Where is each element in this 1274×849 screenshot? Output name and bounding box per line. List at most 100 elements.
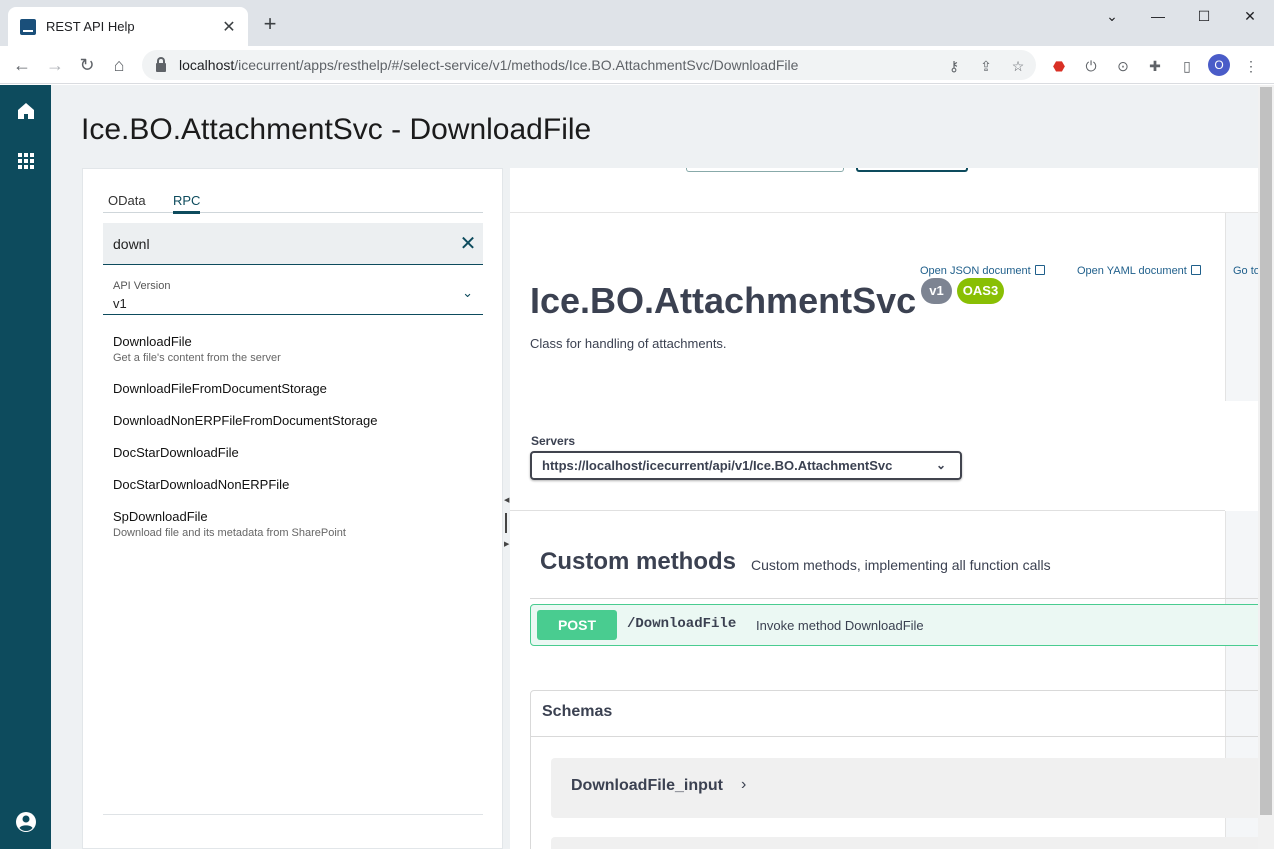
close-window-button[interactable]: ✕ <box>1227 0 1273 32</box>
method-description: Download file and its metadata from Shar… <box>113 527 346 539</box>
operation-summary: Invoke method DownloadFile <box>756 618 924 633</box>
method-name: DownloadFile <box>113 334 192 349</box>
forward-arrow-icon[interactable]: → <box>43 53 67 77</box>
swagger-top-bar <box>510 168 1258 213</box>
url-text[interactable]: localhost/icecurrent/apps/resthelp/#/sel… <box>179 57 798 73</box>
version-badge: v1 <box>921 278 952 304</box>
key-icon[interactable]: ⚷ <box>945 57 963 75</box>
chevron-down-icon: ⌄ <box>935 458 946 472</box>
page-scrollbar[interactable] <box>1258 85 1274 849</box>
browser-tab[interactable]: REST API Help ✕ <box>8 7 248 46</box>
tab-search-chevron-icon[interactable]: ⌄ <box>1089 0 1135 32</box>
schema-item[interactable] <box>551 837 1258 849</box>
method-item[interactable]: DocStarDownloadFile <box>113 445 239 460</box>
goto-link[interactable]: Go to <box>1233 265 1258 277</box>
method-item[interactable]: DownloadFile Get a file's content from t… <box>113 334 281 364</box>
browser-toolbar: ← → ↻ ⌂ localhost/icecurrent/apps/resthe… <box>0 46 1274 84</box>
browser-menu-icon[interactable]: ⋮ <box>1242 57 1260 75</box>
service-description: Class for handling of attachments. <box>530 336 727 351</box>
share-icon[interactable]: ⇪ <box>977 57 995 75</box>
profile-avatar[interactable]: O <box>1208 54 1230 76</box>
filter-input-edge[interactable] <box>686 168 844 172</box>
service-title: Ice.BO.AttachmentSvc <box>530 280 917 321</box>
method-item[interactable]: SpDownloadFile Download file and its met… <box>113 509 346 539</box>
section-description: Custom methods, implementing all functio… <box>751 557 1051 573</box>
open-json-link[interactable]: Open JSON document <box>920 265 1045 277</box>
maximize-button[interactable]: ☐ <box>1181 0 1227 32</box>
lock-icon <box>156 56 166 72</box>
url-host: localhost <box>179 57 235 73</box>
method-name: DocStarDownloadNonERPFile <box>113 477 290 492</box>
clear-search-icon[interactable]: ✕ <box>453 231 483 256</box>
site-favicon-icon <box>20 18 36 35</box>
tab-title: REST API Help <box>46 19 135 34</box>
method-name: DownloadFileFromDocumentStorage <box>113 381 327 396</box>
servers-label: Servers <box>531 434 576 448</box>
operation-path: /DownloadFile <box>627 616 737 632</box>
divider <box>510 510 1225 511</box>
method-name: DocStarDownloadFile <box>113 445 239 460</box>
collapse-left-arrow-icon[interactable]: ◀ <box>504 496 509 504</box>
method-search-input[interactable]: downl ✕ <box>103 223 483 265</box>
expand-right-arrow-icon[interactable]: ▶ <box>504 540 509 548</box>
http-method-badge: POST <box>537 610 617 640</box>
divider <box>103 814 483 815</box>
schema-name: DownloadFile_input <box>571 777 723 794</box>
extensions-puzzle-icon[interactable]: ✚ <box>1146 57 1164 75</box>
power-extension-icon[interactable]: ⏻ <box>1082 57 1100 75</box>
tab-rpc[interactable]: RPC <box>173 193 201 214</box>
bookmark-star-icon[interactable]: ☆ <box>1009 57 1027 75</box>
method-name: SpDownloadFile <box>113 509 208 524</box>
reload-icon[interactable]: ↻ <box>75 53 99 77</box>
address-bar[interactable]: localhost/icecurrent/apps/resthelp/#/sel… <box>142 50 1036 80</box>
operation-row[interactable]: POST /DownloadFile Invoke method Downloa… <box>530 604 1258 646</box>
schemas-header[interactable]: Schemas <box>542 703 612 721</box>
method-item[interactable]: DocStarDownloadNonERPFile <box>113 477 289 492</box>
chevron-down-icon[interactable]: ⌄ <box>462 285 473 301</box>
scrollbar-thumb[interactable] <box>1260 87 1272 815</box>
devtools-extension-icon[interactable]: ⊙ <box>1114 57 1132 75</box>
url-path: /icecurrent/apps/resthelp/#/select-servi… <box>234 57 799 73</box>
search-value[interactable]: downl <box>113 236 453 252</box>
side-panel-icon[interactable]: ▯ <box>1178 57 1196 75</box>
schemas-section: Schemas DownloadFile_input › <box>530 690 1258 849</box>
side-column <box>1225 213 1258 401</box>
page-title: Ice.BO.AttachmentSvc - DownloadFile <box>81 113 592 146</box>
tab-odata[interactable]: OData <box>108 193 146 208</box>
panel-resize-handle[interactable]: ◀ ▶ <box>503 168 510 849</box>
home-icon[interactable] <box>14 99 38 123</box>
apps-grid-icon[interactable] <box>14 149 38 173</box>
adblock-extension-icon[interactable]: ⬣ <box>1050 57 1068 75</box>
browser-tab-strip: REST API Help ✕ + ⌄ — ☐ ✕ <box>0 0 1274 46</box>
api-version-select[interactable]: API Version v1 ⌄ <box>103 277 483 315</box>
divider <box>530 598 1258 599</box>
method-description: Get a file's content from the server <box>113 352 281 364</box>
minimize-button[interactable]: — <box>1135 0 1181 32</box>
service-browser-panel: OData RPC downl ✕ API Version v1 ⌄ Downl… <box>82 168 503 849</box>
open-yaml-label: Open YAML document <box>1077 265 1187 277</box>
method-item[interactable]: DownloadNonERPFileFromDocumentStorage <box>113 413 377 428</box>
api-version-label: API Version <box>113 280 171 292</box>
explore-button-edge[interactable] <box>856 168 968 172</box>
external-link-icon <box>1190 265 1201 275</box>
chevron-right-icon: › <box>741 776 747 793</box>
close-tab-icon[interactable]: ✕ <box>220 17 238 37</box>
new-tab-button[interactable]: + <box>258 12 282 36</box>
user-account-icon[interactable] <box>14 810 38 834</box>
api-version-value: v1 <box>113 296 127 311</box>
servers-select[interactable]: https://localhost/icecurrent/api/v1/Ice.… <box>530 451 962 480</box>
swagger-docs-panel: Open JSON document Open YAML document Go… <box>510 168 1258 849</box>
app-nav-rail <box>0 85 51 849</box>
method-name: DownloadNonERPFileFromDocumentStorage <box>113 413 378 428</box>
open-yaml-link[interactable]: Open YAML document <box>1077 265 1201 277</box>
home-icon[interactable]: ⌂ <box>107 53 131 77</box>
oas-badge: OAS3 <box>957 278 1004 304</box>
back-arrow-icon[interactable]: ← <box>10 53 34 77</box>
method-item[interactable]: DownloadFileFromDocumentStorage <box>113 381 327 396</box>
protocol-tabs: OData RPC <box>103 191 483 214</box>
splitter-grip[interactable] <box>505 513 507 533</box>
external-link-icon <box>1034 265 1045 275</box>
schema-item[interactable]: DownloadFile_input › <box>551 758 1258 818</box>
divider <box>531 736 1258 737</box>
section-title[interactable]: Custom methods <box>540 548 736 576</box>
